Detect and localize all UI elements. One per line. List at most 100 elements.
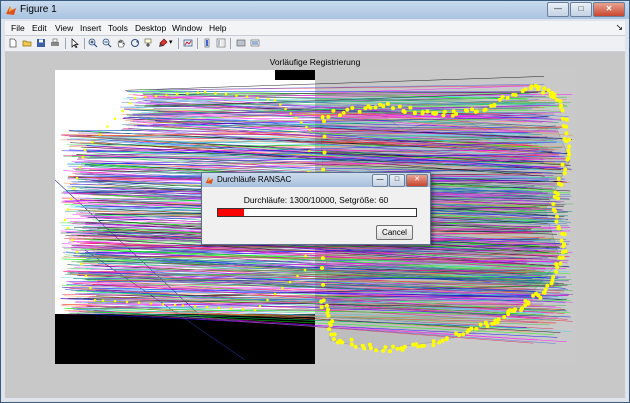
insert-legend-icon[interactable] [216, 38, 226, 48]
border-marker [329, 332, 334, 337]
border-marker [350, 106, 355, 110]
border-marker [538, 295, 543, 300]
border-marker [321, 167, 326, 172]
border-marker [566, 148, 571, 153]
open-file-icon[interactable] [22, 38, 32, 48]
data-cursor-icon[interactable] [144, 38, 154, 48]
border-marker [217, 306, 221, 310]
border-marker [490, 321, 495, 326]
menu-help[interactable]: Help [209, 23, 226, 33]
print-icon[interactable] [50, 38, 60, 48]
border-marker [492, 103, 497, 108]
border-marker [369, 346, 373, 351]
menu-edit[interactable]: Edit [32, 23, 47, 33]
border-marker [101, 299, 105, 302]
border-marker [273, 292, 277, 296]
border-marker [506, 312, 511, 317]
border-marker [305, 125, 308, 129]
border-marker [554, 219, 559, 224]
border-marker [335, 340, 340, 345]
chevron-down-icon[interactable]: ▾ [169, 38, 173, 46]
border-marker [465, 329, 470, 334]
minimize-button[interactable]: — [547, 2, 569, 17]
border-marker [541, 90, 546, 95]
border-marker [203, 90, 207, 94]
border-marker [332, 332, 337, 337]
insert-colorbar-icon[interactable] [202, 38, 212, 48]
border-marker [474, 109, 479, 114]
new-figure-icon[interactable] [8, 38, 18, 48]
pan-hand-icon[interactable] [116, 38, 126, 48]
cancel-button[interactable]: Cancel [376, 225, 413, 240]
border-marker [320, 115, 325, 120]
show-plot-tools-icon[interactable] [250, 38, 260, 48]
border-marker [341, 110, 346, 115]
link-plot-icon[interactable] [183, 38, 193, 48]
border-marker [550, 278, 555, 282]
border-marker [381, 104, 386, 109]
border-marker [279, 103, 282, 106]
dialog-minimize-button[interactable]: — [372, 174, 388, 187]
menu-tools[interactable]: Tools [108, 23, 128, 33]
hide-plot-tools-icon[interactable] [236, 38, 246, 48]
border-marker [559, 238, 564, 243]
maximize-button[interactable]: □ [570, 2, 592, 17]
border-marker [93, 298, 97, 302]
border-marker [454, 331, 458, 336]
border-marker [322, 119, 326, 124]
border-marker [556, 196, 560, 201]
zoom-out-icon[interactable] [102, 38, 112, 48]
select-arrow-icon[interactable] [70, 38, 80, 48]
border-marker [531, 293, 536, 298]
border-marker [113, 300, 117, 303]
border-marker [175, 93, 179, 96]
title-bar[interactable]: Figure 1 — □ ✕ [1, 1, 629, 19]
border-marker [322, 134, 327, 139]
border-marker [84, 274, 88, 278]
border-marker [412, 110, 417, 115]
axes-title: Vorläufige Registrierung [269, 57, 361, 67]
border-marker [440, 338, 445, 343]
border-marker [500, 95, 505, 99]
border-marker [555, 265, 560, 270]
menu-view[interactable]: View [55, 23, 73, 33]
border-marker [560, 162, 565, 167]
matlab-icon [6, 6, 16, 15]
border-marker [133, 96, 137, 100]
border-marker [69, 197, 73, 201]
border-marker [553, 209, 557, 214]
border-marker [564, 139, 569, 144]
zoom-in-icon[interactable] [88, 38, 98, 48]
menu-window[interactable]: Window [172, 23, 202, 33]
save-icon[interactable] [36, 38, 46, 48]
menu-insert[interactable]: Insert [80, 23, 101, 33]
border-marker [437, 340, 442, 345]
border-marker [357, 109, 362, 114]
border-marker [321, 282, 326, 287]
border-marker [321, 298, 326, 303]
dialog-title: Durchläufe RANSAC [217, 175, 292, 184]
border-marker [300, 121, 303, 124]
border-marker [565, 157, 570, 162]
border-marker [556, 176, 561, 181]
border-marker [144, 95, 147, 99]
border-marker [106, 125, 109, 128]
border-marker [425, 109, 430, 114]
brush-icon[interactable] [158, 38, 168, 48]
close-button[interactable]: ✕ [593, 2, 625, 17]
dialog-close-button[interactable]: ✕ [406, 174, 428, 187]
border-marker [345, 107, 350, 112]
border-marker [558, 261, 563, 266]
border-marker [555, 192, 560, 196]
menu-file[interactable]: File [11, 23, 25, 33]
rotate-3d-icon[interactable] [130, 38, 140, 48]
border-marker [555, 214, 559, 219]
dialog-maximize-button[interactable]: □ [389, 174, 405, 187]
border-marker [81, 155, 85, 159]
dock-arrow-icon[interactable]: ↘ [615, 22, 623, 33]
menu-desktop[interactable]: Desktop [135, 23, 166, 33]
border-marker [137, 301, 141, 305]
border-marker [563, 167, 568, 172]
dialog-title-bar[interactable]: Durchläufe RANSAC — □ ✕ [202, 173, 430, 187]
border-marker [442, 109, 447, 114]
